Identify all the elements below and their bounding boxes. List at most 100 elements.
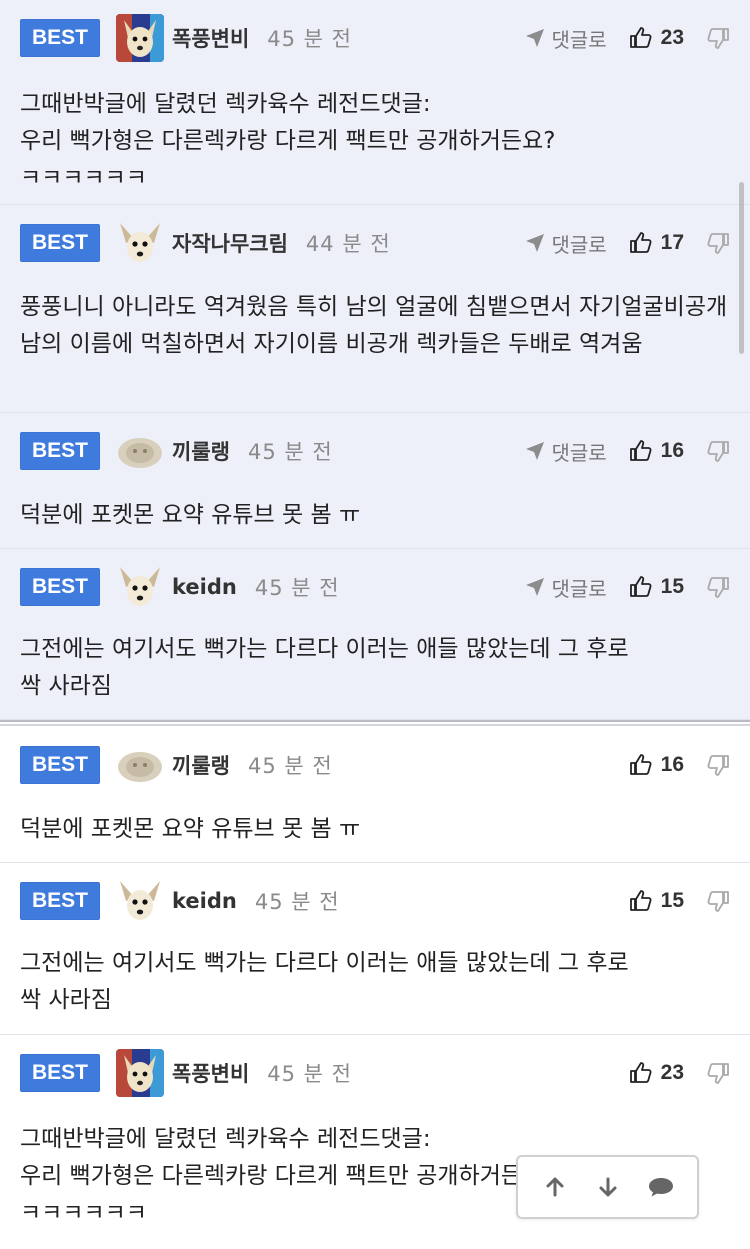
comment-item: BEST keidn 45 분 전 댓글로 15 그전에는 여기서도 뻑가는 다… [0, 549, 750, 720]
like-button[interactable]: 23 [629, 1061, 684, 1085]
arrow-up-icon [546, 1177, 563, 1197]
send-arrow-icon [526, 578, 545, 596]
thumbs-up-icon [629, 1062, 652, 1083]
chihuahua-colorful-icon [116, 1049, 164, 1097]
like-button[interactable]: 23 [629, 26, 684, 50]
thumbs-down-icon [707, 441, 729, 462]
nickname[interactable]: 폭풍변비 [172, 1058, 249, 1088]
avatar[interactable] [116, 219, 164, 267]
comment-bubble-icon [648, 1178, 673, 1197]
thumbs-down-icon [707, 891, 729, 912]
dislike-button[interactable] [706, 231, 730, 255]
reply-button[interactable]: 댓글로 [525, 24, 607, 53]
best-badge: BEST [20, 746, 100, 784]
thumbs-down-icon [707, 577, 729, 598]
thumbs-up-icon [629, 27, 652, 48]
timestamp: 45 분 전 [254, 890, 340, 914]
timestamp: 45 분 전 [247, 754, 333, 778]
scrollbar[interactable] [739, 182, 744, 354]
thumbs-down-icon [707, 755, 729, 776]
arrow-down-icon [599, 1177, 616, 1197]
send-arrow-icon [526, 29, 545, 47]
nickname[interactable]: 폭풍변비 [172, 23, 249, 53]
blurred-dog-icon [118, 438, 162, 468]
comments-button[interactable] [639, 1165, 683, 1209]
comment-text: 덕분에 포켓몬 요약 유튜브 못 봄 ㅠ [20, 502, 361, 528]
comment-item: BEST 끼룰랭 45 분 전 16 덕분에 포켓몬 요약 유튜브 못 봄 ㅠ [0, 727, 750, 863]
like-count: 15 [660, 575, 684, 598]
dislike-button[interactable] [706, 889, 730, 913]
best-badge: BEST [20, 882, 100, 920]
avatar[interactable] [116, 1049, 164, 1097]
avatar[interactable] [116, 741, 164, 789]
send-arrow-icon [526, 234, 545, 252]
blurred-dog-icon [118, 752, 162, 782]
like-count: 17 [660, 231, 684, 254]
like-button[interactable]: 16 [629, 753, 684, 777]
thumbs-up-icon [629, 890, 652, 911]
comment-text: 풍풍니니 아니라도 역겨웠음 특히 남의 얼굴에 침뱉으면서 자기얼굴비공개 남… [20, 294, 735, 357]
nickname[interactable]: keidn [172, 575, 237, 599]
avatar[interactable] [116, 427, 164, 475]
timestamp: 45 분 전 [267, 27, 352, 51]
timestamp: 45 분 전 [267, 1062, 352, 1086]
nickname[interactable]: 끼룰랭 [172, 436, 230, 466]
like-button[interactable]: 15 [629, 889, 684, 913]
avatar[interactable] [116, 563, 164, 611]
reply-label: 댓글로 [551, 27, 607, 52]
comment-item: BEST 끼룰랭 45 분 전 댓글로 16 덕분에 포켓몬 요약 유튜브 못 … [0, 413, 750, 549]
reply-button[interactable]: 댓글로 [525, 229, 607, 258]
dislike-button[interactable] [706, 1061, 730, 1085]
like-count: 16 [660, 753, 684, 776]
timestamp: 44 분 전 [305, 232, 391, 256]
chihuahua-icon [120, 223, 160, 262]
like-count: 23 [660, 1061, 684, 1084]
thumbs-down-icon [707, 28, 729, 49]
comment-item: BEST keidn 45 분 전 15 그전에는 여기서도 뻑가는 다르다 이… [0, 863, 750, 1035]
nickname[interactable]: keidn [172, 889, 237, 913]
thumbs-up-icon [629, 440, 652, 461]
comment-text: 그때반박글에 달렸던 렉카육수 레전드댓글: 우리 뻑가형은 다른렉카랑 다르게… [20, 91, 556, 191]
comment-item: BEST 폭풍변비 45 분 전 댓글로 23 그때반박글에 달렸던 렉카육수 … [0, 0, 750, 205]
like-count: 23 [660, 26, 684, 49]
avatar[interactable] [116, 877, 164, 925]
thumbs-down-icon [707, 233, 729, 254]
like-button[interactable]: 16 [629, 439, 684, 463]
scroll-down-button[interactable] [586, 1165, 630, 1209]
like-count: 16 [660, 439, 684, 462]
timestamp: 45 분 전 [254, 576, 340, 600]
dislike-button[interactable] [706, 753, 730, 777]
best-badge: BEST [20, 19, 100, 57]
floating-nav [516, 1155, 699, 1219]
like-button[interactable]: 15 [629, 575, 684, 599]
scroll-up-button[interactable] [533, 1165, 577, 1209]
dislike-button[interactable] [706, 575, 730, 599]
best-badge: BEST [20, 224, 100, 262]
best-badge: BEST [20, 568, 100, 606]
like-button[interactable]: 17 [629, 231, 684, 255]
timestamp: 45 분 전 [247, 440, 333, 464]
chihuahua-colorful-icon [116, 14, 164, 62]
reply-button[interactable]: 댓글로 [525, 573, 607, 602]
reply-label: 댓글로 [551, 232, 607, 257]
send-arrow-icon [526, 442, 545, 460]
reply-button[interactable]: 댓글로 [525, 437, 607, 466]
chihuahua-icon [120, 881, 160, 920]
chihuahua-icon [120, 567, 160, 606]
reply-label: 댓글로 [551, 576, 607, 601]
best-badge: BEST [20, 432, 100, 470]
nickname[interactable]: 끼룰랭 [172, 750, 230, 780]
avatar[interactable] [116, 14, 164, 62]
nickname[interactable]: 자작나무크림 [172, 228, 288, 258]
dislike-button[interactable] [706, 439, 730, 463]
thumbs-up-icon [629, 754, 652, 775]
comment-item: BEST 자작나무크림 44 분 전 댓글로 17 풍풍니니 아니라도 역겨웠음… [0, 205, 750, 413]
like-count: 15 [660, 889, 684, 912]
comment-text: 덕분에 포켓몬 요약 유튜브 못 봄 ㅠ [20, 816, 361, 842]
dislike-button[interactable] [706, 26, 730, 50]
comment-text: 그전에는 여기서도 뻑가는 다르다 이러는 애들 많았는데 그 후로 싹 사라짐 [20, 950, 629, 1013]
best-badge: BEST [20, 1054, 100, 1092]
thumbs-down-icon [707, 1063, 729, 1084]
reply-label: 댓글로 [551, 440, 607, 465]
thumbs-up-icon [629, 232, 652, 253]
